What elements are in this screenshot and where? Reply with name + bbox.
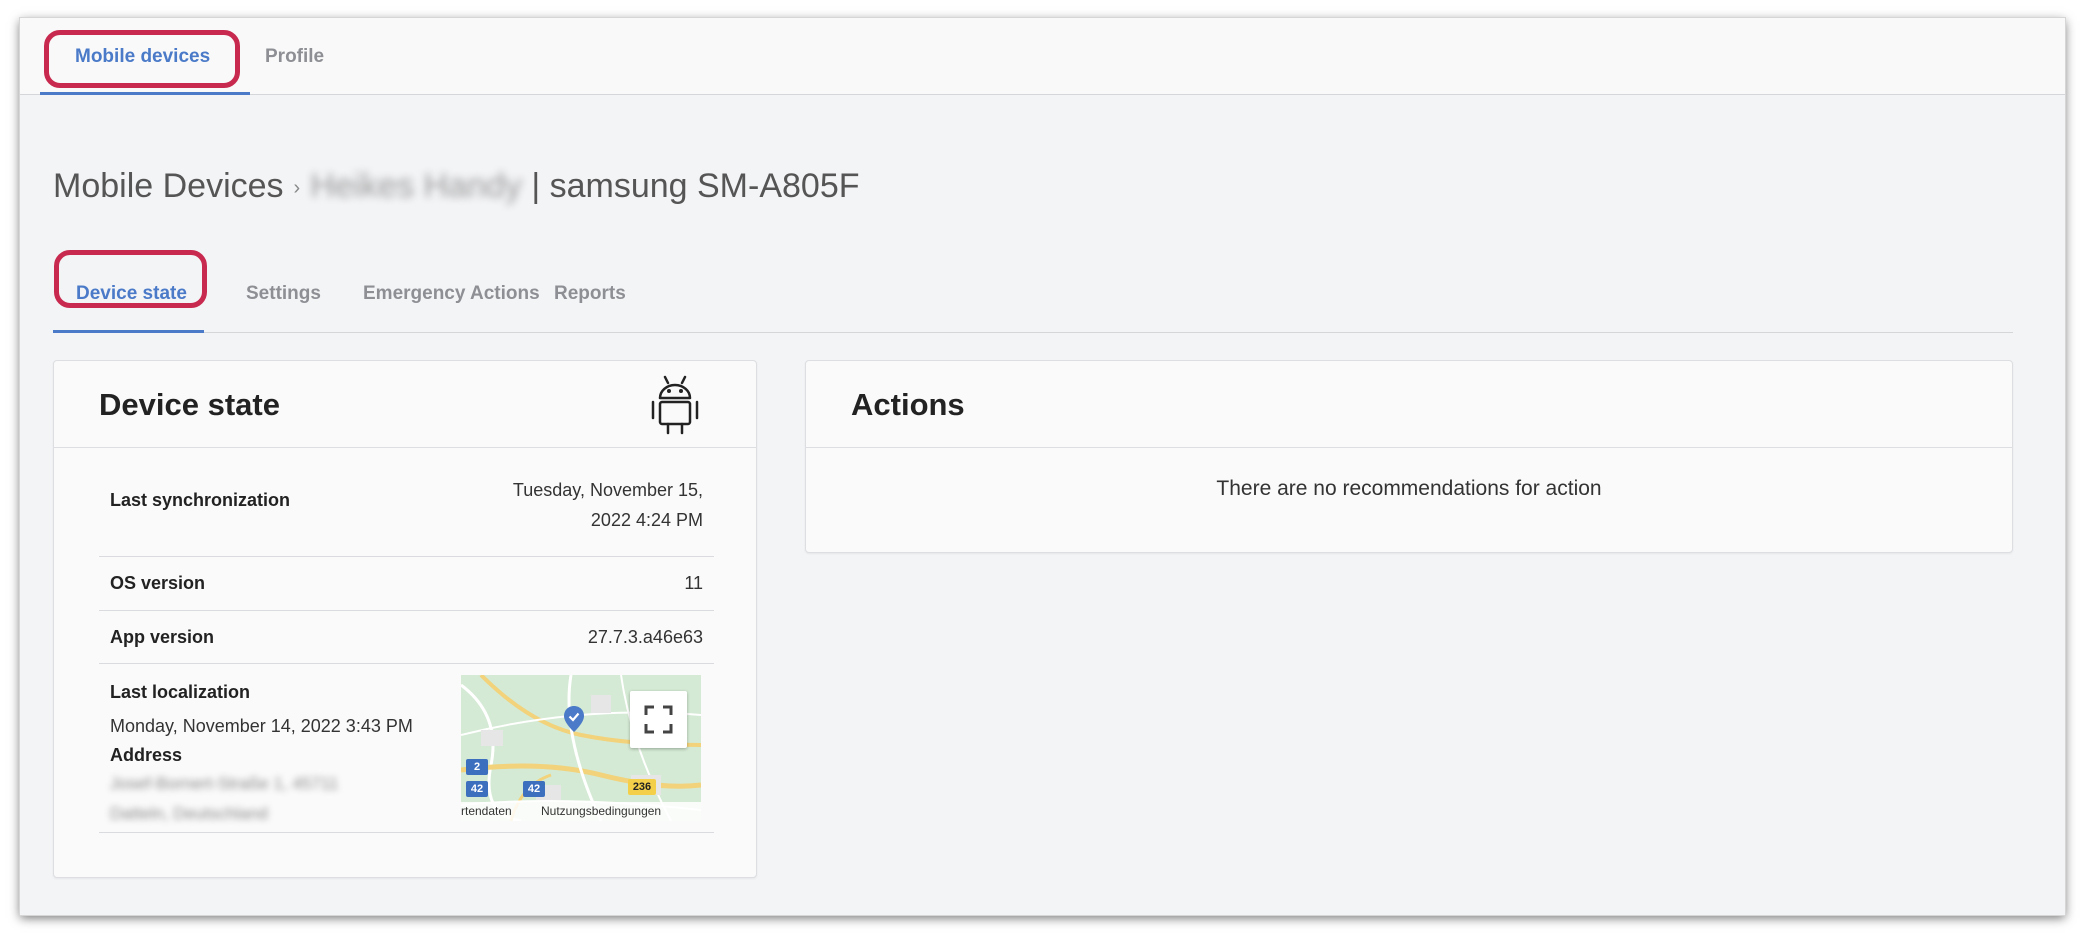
app-version-value: 27.7.3.a46e63 bbox=[587, 627, 703, 647]
breadcrumb-device-model: | samsung SM-A805F bbox=[531, 167, 860, 205]
tab-device-state[interactable]: Device state bbox=[76, 268, 187, 333]
row-os-version: OS version 11 bbox=[99, 557, 714, 611]
tab-reports[interactable]: Reports bbox=[554, 268, 626, 333]
tab-emergency-actions[interactable]: Emergency Actions bbox=[363, 268, 540, 333]
address-line1: Josef-Bornert-Straße 1, 45711 bbox=[110, 774, 339, 793]
actions-card: Actions There are no recommendations for… bbox=[805, 360, 2013, 553]
tab-mobile-devices-label: Mobile devices bbox=[75, 46, 211, 67]
address-line2: Datteln, Deutschland bbox=[110, 804, 268, 823]
map-terms-link[interactable]: Nutzungsbedingungen bbox=[541, 802, 661, 821]
row-last-localization: Last localization Monday, November 14, 2… bbox=[99, 664, 714, 833]
tab-device-state-label: Device state bbox=[76, 283, 187, 304]
tab-reports-label: Reports bbox=[554, 283, 626, 304]
row-app-version: App version 27.7.3.a46e63 bbox=[99, 611, 714, 664]
map-footer: rtendaten Nutzungsbedingungen bbox=[461, 802, 701, 821]
device-state-card: Device state Last synchronization Tuesda… bbox=[53, 360, 757, 878]
os-version-value: 11 bbox=[684, 573, 703, 593]
road-badge-42a: 42 bbox=[466, 781, 488, 797]
last-sync-value-line1: Tuesday, November 15, bbox=[512, 480, 703, 500]
device-state-card-header: Device state bbox=[54, 361, 756, 448]
app-version-label: App version bbox=[110, 627, 215, 647]
breadcrumb-separator-icon: › bbox=[293, 177, 301, 200]
address-label: Address bbox=[110, 745, 183, 765]
os-version-label: OS version bbox=[110, 573, 206, 593]
last-sync-value-line2: 2022 4:24 PM bbox=[590, 510, 703, 530]
actions-empty-message: There are no recommendations for action bbox=[1216, 477, 1602, 500]
last-localization-date: Monday, November 14, 2022 3:43 PM bbox=[110, 716, 413, 736]
road-badge-236: 236 bbox=[628, 779, 656, 795]
last-sync-label: Last synchronization bbox=[110, 490, 291, 510]
app-window: Mobile devices Profile Mobile Devices › He… bbox=[20, 18, 2065, 915]
breadcrumb: Mobile Devices › Heikes Handy | samsung SM… bbox=[53, 158, 860, 214]
breadcrumb-device-name: Heikes Handy bbox=[310, 167, 522, 205]
top-tab-bar: Mobile devices Profile bbox=[20, 18, 2065, 95]
tab-profile[interactable]: Profile bbox=[265, 18, 324, 95]
location-map[interactable]: 2 42 42 236 rtendaten Nutzungsbedingunge… bbox=[461, 675, 701, 821]
breadcrumb-root[interactable]: Mobile Devices bbox=[53, 167, 284, 205]
tab-settings[interactable]: Settings bbox=[246, 268, 321, 333]
last-localization-label: Last localization bbox=[110, 682, 251, 702]
map-data-link[interactable]: rtendaten bbox=[461, 802, 512, 821]
tab-profile-label: Profile bbox=[265, 46, 325, 67]
last-sync-value: Tuesday, November 15, 2022 4:24 PM bbox=[513, 475, 703, 535]
map-fullscreen-button[interactable] bbox=[630, 691, 687, 748]
device-state-table: Last synchronization Tuesday, November 1… bbox=[99, 449, 714, 833]
actions-title: Actions bbox=[851, 387, 965, 422]
road-badge-42b: 42 bbox=[523, 781, 545, 797]
sub-tab-bar: Device state Settings Emergency Actions … bbox=[53, 268, 2013, 333]
road-badge-2: 2 bbox=[466, 759, 488, 775]
fullscreen-icon bbox=[644, 705, 673, 734]
tab-emergency-actions-label: Emergency Actions bbox=[363, 283, 540, 304]
actions-card-header: Actions bbox=[806, 361, 2012, 448]
tab-mobile-devices-underline bbox=[40, 92, 250, 95]
device-state-title: Device state bbox=[99, 387, 280, 422]
location-marker-icon bbox=[564, 706, 584, 732]
row-last-synchronization: Last synchronization Tuesday, November 1… bbox=[99, 449, 714, 557]
android-icon bbox=[651, 375, 699, 435]
tab-device-state-underline bbox=[53, 330, 204, 333]
tab-settings-label: Settings bbox=[246, 283, 321, 304]
tab-mobile-devices[interactable]: Mobile devices bbox=[75, 18, 210, 95]
